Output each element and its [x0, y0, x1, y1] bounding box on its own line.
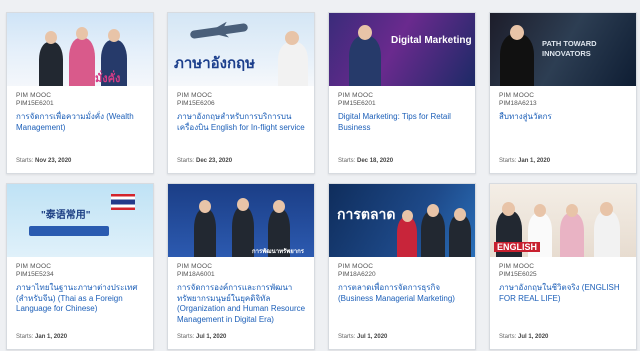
course-card[interactable]: การพัฒนาทรัพยากร PIM MOOC PIM18A6001 การ…: [167, 183, 315, 350]
course-grid-row-2: "泰语常用" PIM MOOC PIM15E5234 ภาษาไทยในฐานะ…: [6, 183, 637, 350]
course-provider: PIM MOOC: [338, 92, 374, 99]
course-code: PIM15E6201: [338, 100, 376, 107]
course-title-link[interactable]: การตลาดเพื่อการจัดการธุรกิจ (Business Ma…: [338, 283, 467, 304]
course-card[interactable]: Digital Marketing PIM MOOC PIM15E6201 Di…: [328, 12, 476, 174]
course-start-date: Starts: Jan 1, 2020: [499, 158, 551, 164]
course-title-link[interactable]: Digital Marketing: Tips for Retail Busin…: [338, 112, 467, 133]
course-thumbnail[interactable]: การตลาด: [329, 184, 475, 257]
course-title-link[interactable]: การจัดการองค์การและการพัฒนาทรัพยากรมนุษย…: [177, 283, 306, 325]
thumbnail-caption: การพัฒนาทรัพยากร: [252, 249, 304, 255]
course-provider: PIM MOOC: [16, 263, 52, 270]
course-provider: PIM MOOC: [338, 263, 374, 270]
course-thumbnail[interactable]: ภาษาอังกฤษ: [168, 13, 314, 86]
course-title-link[interactable]: ภาษาอังกฤษในชีวิตจริง (ENGLISH FOR REAL …: [499, 283, 628, 304]
course-card[interactable]: ภาษาอังกฤษ PIM MOOC PIM15E6206 ภาษาอังกฤ…: [167, 12, 315, 174]
course-start-date: Starts: Jul 1, 2020: [499, 334, 549, 340]
thumbnail-caption: Digital Marketing: [391, 35, 472, 46]
course-thumbnail[interactable]: Digital Marketing: [329, 13, 475, 86]
course-provider: PIM MOOC: [499, 263, 535, 270]
course-title-link[interactable]: ภาษาไทยในฐานะภาษาต่างประเทศ (สำหรับจีน) …: [16, 283, 145, 315]
course-title-link[interactable]: สืบทางสู่นวัตกร: [499, 112, 628, 123]
course-start-date: Starts: Jul 1, 2020: [177, 334, 227, 340]
course-provider: PIM MOOC: [499, 92, 535, 99]
course-start-date: Starts: Dec 18, 2020: [338, 158, 394, 164]
course-start-date: Starts: Jan 1, 2020: [16, 334, 68, 340]
course-code: PIM18A6220: [338, 271, 376, 278]
thumbnail-caption: การตลาด: [337, 206, 396, 222]
course-card[interactable]: "泰语常用" PIM MOOC PIM15E5234 ภาษาไทยในฐานะ…: [6, 183, 154, 350]
course-thumbnail[interactable]: PATH TOWARD INNOVATORS: [490, 13, 636, 86]
course-thumbnail[interactable]: การพัฒนาทรัพยากร: [168, 184, 314, 257]
course-code: PIM15E6201: [16, 100, 54, 107]
course-code: PIM18A6213: [499, 100, 537, 107]
thai-flag-icon: [111, 194, 135, 210]
course-provider: PIM MOOC: [177, 263, 213, 270]
course-code: PIM15E5234: [16, 271, 54, 278]
thumbnail-caption: ภาษาอังกฤษ: [174, 55, 256, 72]
course-thumbnail[interactable]: ENGLISH: [490, 184, 636, 257]
course-thumbnail[interactable]: มั่งคั่ง: [7, 13, 153, 86]
thumbnail-caption: "泰语常用": [41, 210, 91, 221]
thumbnail-caption: ENGLISH: [494, 242, 541, 252]
course-provider: PIM MOOC: [16, 92, 52, 99]
course-title-link[interactable]: การจัดการเพื่อความมั่งคั่ง (Wealth Manag…: [16, 112, 145, 133]
course-title-link[interactable]: ภาษาอังกฤษสำหรับการบริการบนเครื่องบิน En…: [177, 112, 306, 133]
course-grid: มั่งคั่ง PIM MOOC PIM15E6201 การจัดการเพ…: [6, 12, 637, 174]
course-thumbnail[interactable]: "泰语常用": [7, 184, 153, 257]
course-card[interactable]: ENGLISH PIM MOOC PIM15E6025 ภาษาอังกฤษใน…: [489, 183, 637, 350]
course-start-date: Starts: Jul 1, 2020: [338, 334, 388, 340]
course-start-date: Starts: Nov 23, 2020: [16, 158, 72, 164]
thumbnail-caption: มั่งคั่ง: [95, 73, 121, 85]
course-card[interactable]: การตลาด PIM MOOC PIM18A6220 การตลาดเพื่อ…: [328, 183, 476, 350]
course-code: PIM18A6001: [177, 271, 215, 278]
course-provider: PIM MOOC: [177, 92, 213, 99]
course-code: PIM15E6025: [499, 271, 537, 278]
thumbnail-caption: PATH TOWARD INNOVATORS: [542, 39, 597, 58]
course-code: PIM15E6206: [177, 100, 215, 107]
course-start-date: Starts: Dec 23, 2020: [177, 158, 233, 164]
course-card[interactable]: มั่งคั่ง PIM MOOC PIM15E6201 การจัดการเพ…: [6, 12, 154, 174]
course-card[interactable]: PATH TOWARD INNOVATORS PIM MOOC PIM18A62…: [489, 12, 637, 174]
